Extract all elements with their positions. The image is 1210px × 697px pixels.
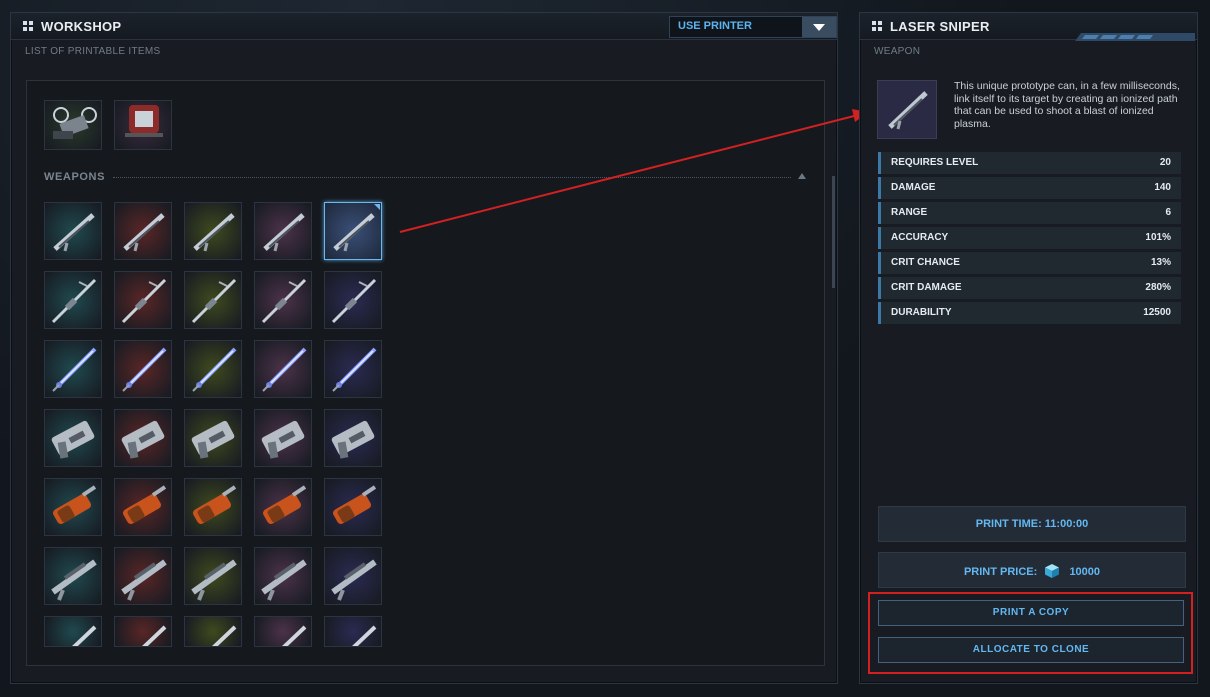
stat-value: 12500 xyxy=(1143,307,1171,318)
print-time-box: PRINT TIME: 11:00:00 xyxy=(878,506,1186,542)
stat-value: 6 xyxy=(1165,207,1171,218)
stat-value: 140 xyxy=(1154,182,1171,193)
stat-value: 101% xyxy=(1145,232,1171,243)
stat-value: 20 xyxy=(1159,157,1171,168)
stat-row: REQUIRES LEVEL 20 xyxy=(878,152,1181,174)
print-price-row: PRINT PRICE: 10000 xyxy=(879,564,1185,578)
stat-value: 280% xyxy=(1145,282,1171,293)
laser-sniper-icon xyxy=(888,91,928,130)
detail-subtitle: WEAPON xyxy=(874,46,921,57)
print-price-label: PRINT PRICE: xyxy=(963,566,1038,578)
stat-name: RANGE xyxy=(891,207,928,218)
grid-icon xyxy=(872,21,882,31)
stat-row: CRIT CHANCE 13% xyxy=(878,252,1181,274)
stat-row: DAMAGE 140 xyxy=(878,177,1181,199)
header-stripes-decoration xyxy=(1075,33,1195,41)
stat-name: REQUIRES LEVEL xyxy=(891,157,979,168)
stat-name: ACCURACY xyxy=(891,232,949,243)
item-description: This unique prototype can, in a few mill… xyxy=(954,80,1180,130)
stat-row: RANGE 6 xyxy=(878,202,1181,224)
detail-title: LASER SNIPER xyxy=(890,19,990,34)
print-time-text: PRINT TIME: 11:00:00 xyxy=(975,518,1089,530)
stat-value: 13% xyxy=(1150,257,1171,268)
stat-row: ACCURACY 101% xyxy=(878,227,1181,249)
stat-row: DURABILITY 12500 xyxy=(878,302,1181,324)
stat-row: CRIT DAMAGE 280% xyxy=(878,277,1181,299)
stat-name: CRIT DAMAGE xyxy=(891,282,962,293)
cube-currency-icon xyxy=(1045,564,1060,578)
annotation-highlight-box xyxy=(868,592,1193,674)
item-preview xyxy=(877,80,937,139)
print-price-value: 10000 xyxy=(1069,566,1101,578)
stat-name: DAMAGE xyxy=(891,182,936,193)
stat-name: CRIT CHANCE xyxy=(891,257,960,268)
stat-name: DURABILITY xyxy=(891,307,952,318)
print-price-box: PRINT PRICE: 10000 xyxy=(878,552,1186,588)
